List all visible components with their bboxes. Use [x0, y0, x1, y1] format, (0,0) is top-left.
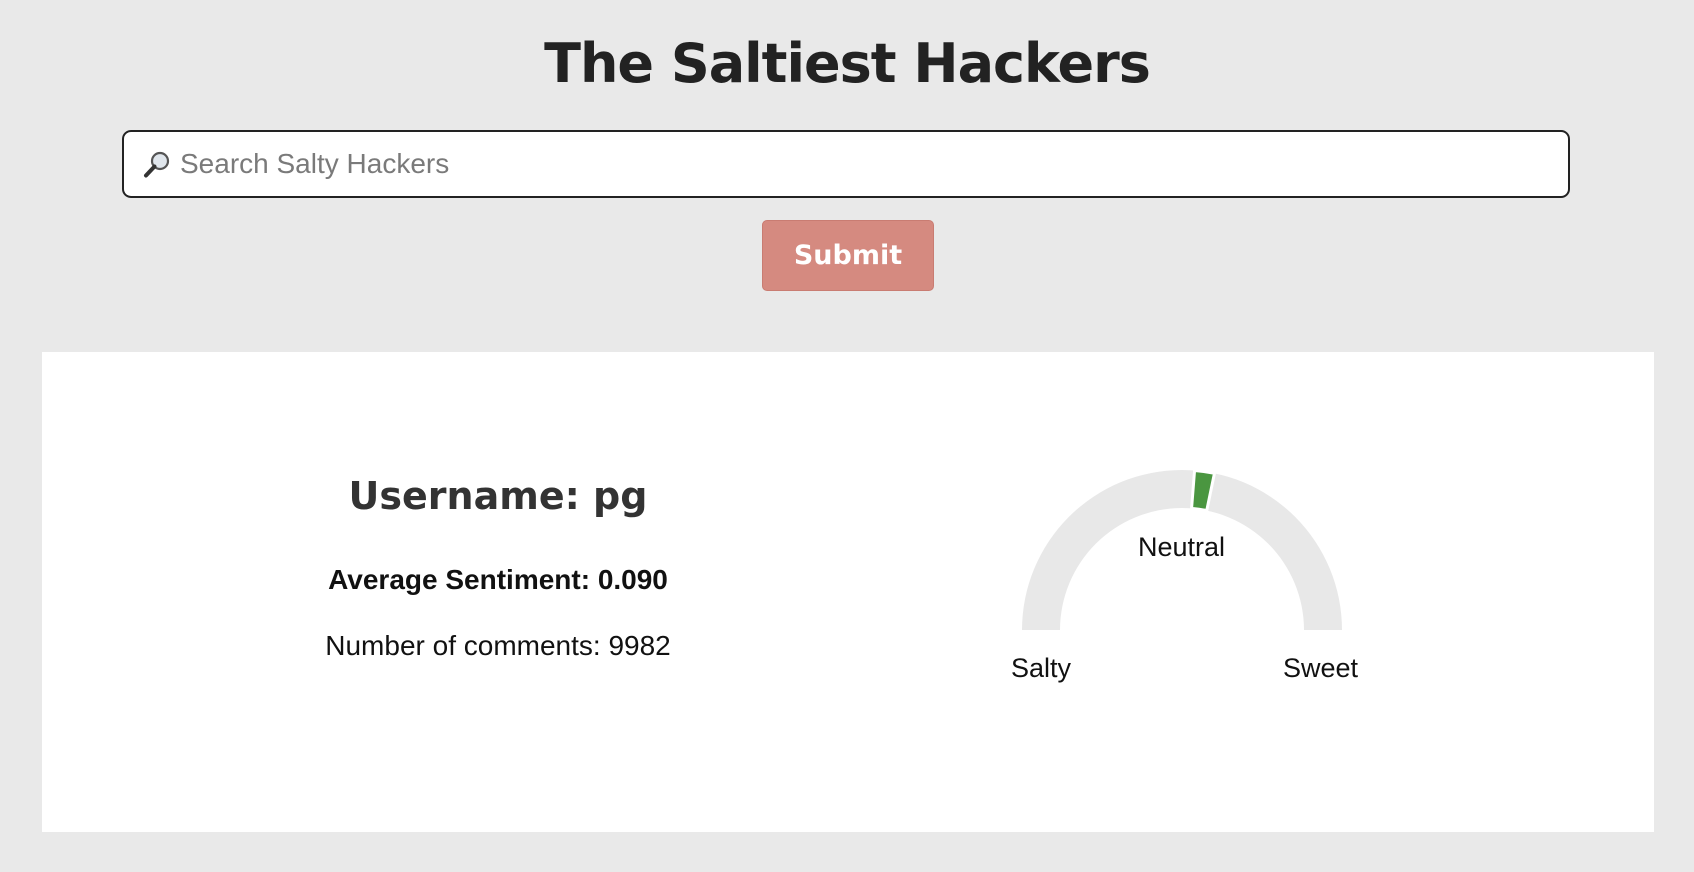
search-input[interactable]: [180, 136, 1550, 192]
result-card: Username: pg Average Sentiment: 0.090 Nu…: [42, 352, 1654, 832]
search-box[interactable]: [122, 130, 1570, 198]
gauge-neutral-label: Neutral: [1138, 532, 1226, 562]
gauge-salty-label: Salty: [1011, 653, 1072, 683]
submit-button[interactable]: Submit: [762, 220, 934, 291]
magnifying-glass-icon: [144, 151, 170, 178]
gauge-sweet-label: Sweet: [1283, 653, 1359, 683]
average-sentiment: Average Sentiment: 0.090: [328, 564, 668, 595]
page-title: The Saltiest Hackers: [544, 32, 1151, 95]
comment-count: Number of comments: 9982: [325, 630, 671, 661]
username-heading: Username: pg: [348, 474, 648, 518]
